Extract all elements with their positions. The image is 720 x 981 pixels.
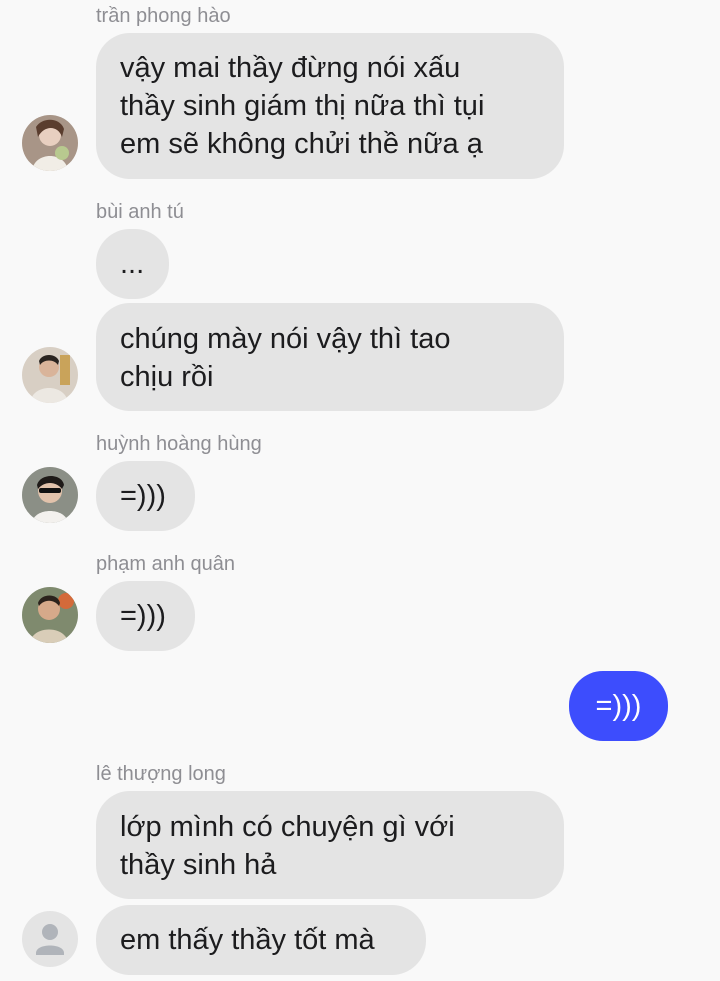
message-bubble[interactable]: em thấy thầy tốt mà xyxy=(96,905,426,975)
sender-name: lê thượng long xyxy=(96,763,226,785)
message-line: =))) xyxy=(595,690,642,722)
message-bubble[interactable]: chúng mày nói vậy thì tao chịu rồi xyxy=(96,303,564,411)
message-line: em sẽ không chửi thề nữa ạ xyxy=(120,128,483,160)
sender-name: trần phong hào xyxy=(96,5,231,27)
message-bubble[interactable]: ... xyxy=(96,229,169,299)
default-person-icon[interactable] xyxy=(22,911,78,967)
sender-name: bùi anh tú xyxy=(96,201,184,223)
message-line: vậy mai thầy đừng nói xấu xyxy=(120,52,461,84)
message-line: chúng mày nói vậy thì tao xyxy=(120,323,451,355)
message-line: =))) xyxy=(120,480,166,512)
message-line: chịu rồi xyxy=(120,361,214,393)
message-bubble[interactable]: lớp mình có chuyện gì với thầy sinh hả xyxy=(96,791,564,899)
message-bubble[interactable]: vậy mai thầy đừng nói xấu thầy sinh giám… xyxy=(96,33,564,179)
message-line: =))) xyxy=(120,600,166,632)
sender-name: huỳnh hoàng hùng xyxy=(96,433,262,455)
message-line: ... xyxy=(120,248,145,280)
avatar[interactable] xyxy=(22,587,78,643)
sender-name: phạm anh quân xyxy=(96,553,236,575)
chat-thread[interactable]: trần phong hào vậy mai thầy đừng nói xấu… xyxy=(0,0,720,981)
message-line: thầy sinh hả xyxy=(120,849,277,881)
message-line: em thấy thầy tốt mà xyxy=(120,924,375,956)
message-bubble[interactable]: =))) xyxy=(96,461,195,531)
avatar[interactable] xyxy=(22,347,78,403)
message-line: lớp mình có chuyện gì với xyxy=(120,811,455,843)
own-message-bubble[interactable]: =))) xyxy=(569,671,668,741)
message-line: thầy sinh giám thị nữa thì tụi xyxy=(120,90,485,122)
message-bubble[interactable]: =))) xyxy=(96,581,195,651)
avatar[interactable] xyxy=(22,115,78,171)
avatar[interactable] xyxy=(22,467,78,523)
